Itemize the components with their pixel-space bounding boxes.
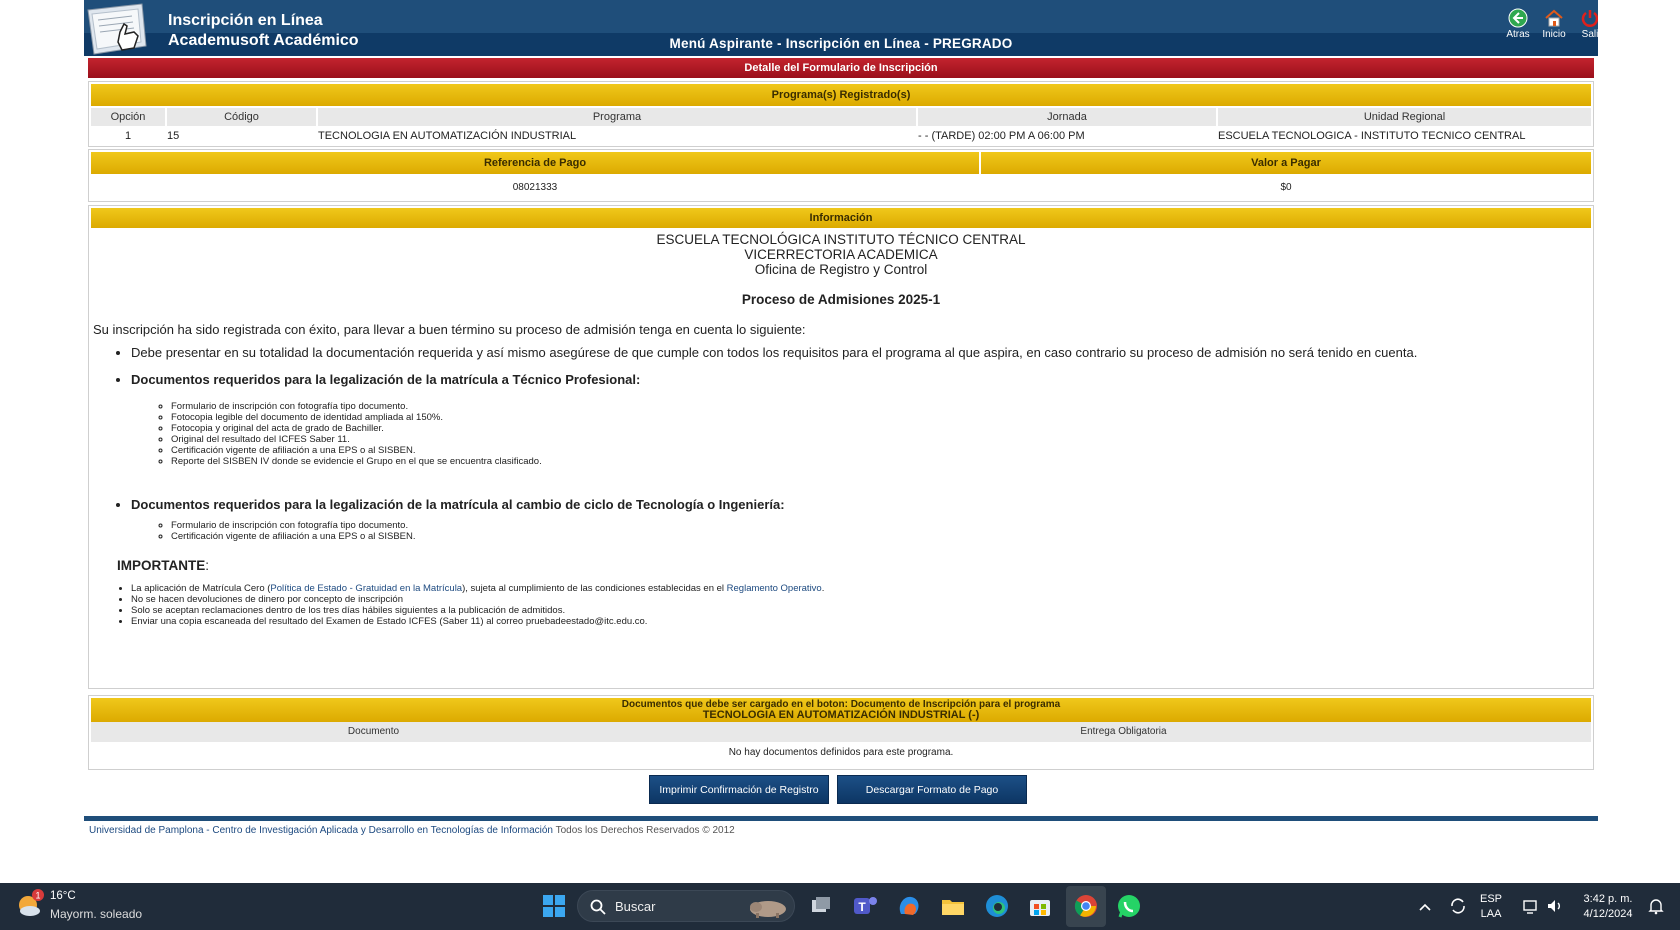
home-button[interactable]: Inicio <box>1534 8 1574 40</box>
col-jornada: Jornada <box>1047 111 1087 123</box>
home-label: Inicio <box>1542 29 1566 40</box>
list-item: Certificación vigente de afiliación a un… <box>171 445 1589 456</box>
footer-link[interactable]: Universidad de Pamplona - Centro de Inve… <box>89 825 553 836</box>
office-name: Oficina de Registro y Control <box>754 262 928 277</box>
network-icon[interactable] <box>1522 897 1540 915</box>
info-heading: Información <box>91 208 1591 228</box>
important-heading: IMPORTANTE: <box>117 558 210 573</box>
list-item: Fotocopia legible del documento de ident… <box>171 412 1589 423</box>
footer-rights: Todos los Derechos Reservados © 2012 <box>552 825 735 836</box>
form-title: Detalle del Formulario de Inscripción <box>88 58 1594 78</box>
payment-table: Referencia de Pago Valor a Pagar 0802133… <box>89 150 1593 200</box>
col-entrega: Entrega Obligatoria <box>1080 726 1167 737</box>
menu-title: Menú Aspirante - Inscripción en Línea - … <box>669 36 1013 51</box>
cell-opcion: 1 <box>124 129 132 142</box>
list-item: Reporte del SISBEN IV donde se evidencie… <box>171 456 1589 467</box>
back-label: Atras <box>1506 29 1530 40</box>
windows-start-icon[interactable] <box>540 892 568 920</box>
programs-table: Programa(s) Registrado(s) Opción Código … <box>89 82 1593 145</box>
clock[interactable]: 3:42 p. m. 4/12/2024 <box>1578 892 1638 922</box>
documents-empty: No hay documentos definidos para este pr… <box>728 747 954 758</box>
download-payment-button[interactable]: Descargar Formato de Pago <box>837 775 1027 804</box>
language-indicator[interactable]: ESP LAA <box>1480 892 1502 922</box>
back-icon <box>1508 8 1528 28</box>
payment-ref-value: 08021333 <box>512 181 558 193</box>
documents-panel: Documentos que debe ser cargado en el bo… <box>88 695 1594 770</box>
list-item: Formulario de inscripción con fotografía… <box>171 401 1589 412</box>
task-view-icon[interactable] <box>807 892 835 920</box>
important-item: No se hacen devoluciones de dinero por c… <box>131 594 1589 605</box>
cell-codigo: 15 <box>167 129 180 142</box>
taskbar-search[interactable]: Buscar <box>577 890 795 922</box>
chevron-up-icon[interactable] <box>1418 900 1432 914</box>
power-icon <box>1581 10 1598 27</box>
important-item: La aplicación de Matrícula Cero (Polític… <box>131 583 1589 594</box>
col-programa: Programa <box>592 111 642 123</box>
table-row: 1 15 TECNOLOGIA EN AUTOMATIZACIÓN INDUST… <box>91 128 1591 143</box>
col-unidad: Unidad Regional <box>1363 111 1446 123</box>
vicerrectoria: VICERRECTORIA ACADEMICA <box>744 247 938 262</box>
weather-widget[interactable]: 1 <box>14 889 44 924</box>
cell-programa: TECNOLOGIA EN AUTOMATIZACIÓN INDUSTRIAL <box>318 129 577 142</box>
notification-bell-icon[interactable] <box>1647 897 1665 915</box>
app-page: Inscripción en Línea Academusoft Académi… <box>84 0 1598 836</box>
cell-unidad: ESCUELA TECNOLOGICA - INSTITUTO TECNICO … <box>1218 129 1526 142</box>
payment-value-label: Valor a Pagar <box>981 152 1591 174</box>
back-button[interactable]: Atras <box>1498 8 1538 40</box>
svg-text:1: 1 <box>35 891 40 901</box>
taskbar: 1 16°C Mayorm. soleado Buscar T ESP LAA … <box>0 883 1680 930</box>
cycle-docs-title: Documentos requeridos para la legalizaci… <box>131 497 1589 512</box>
exit-button[interactable]: Sali <box>1570 8 1598 40</box>
documents-heading: Documentos que debe ser cargado en el bo… <box>91 698 1591 722</box>
search-label: Buscar <box>615 899 656 914</box>
info-panel: Información ESCUELA TECNOLÓGICA INSTITUT… <box>88 205 1594 689</box>
requirement-note: Debe presentar en su totalidad la docume… <box>131 345 1589 360</box>
volume-icon[interactable] <box>1546 897 1564 915</box>
payment-panel: Referencia de Pago Valor a Pagar 0802133… <box>88 149 1594 202</box>
whatsapp-icon[interactable] <box>1115 892 1143 920</box>
print-confirmation-button[interactable]: Imprimir Confirmación de Registro <box>649 775 829 804</box>
store-icon[interactable] <box>1026 892 1054 920</box>
gratuidad-link[interactable]: Política de Estado - Gratuidad en la Mat… <box>270 583 462 594</box>
programs-panel: Programa(s) Registrado(s) Opción Código … <box>88 81 1594 147</box>
cell-jornada: - - (TARDE) 02:00 PM A 06:00 PM <box>918 129 1085 142</box>
list-item: Fotocopia y original del acta de grado d… <box>171 423 1589 434</box>
edge-icon[interactable] <box>983 892 1011 920</box>
col-documento: Documento <box>347 726 400 737</box>
intro-text: Su inscripción ha sido registrada con éx… <box>93 322 806 337</box>
institution-name: ESCUELA TECNOLÓGICA INSTITUTO TÉCNICO CE… <box>656 232 1026 247</box>
search-icon <box>590 899 606 915</box>
col-opcion: Opción <box>110 111 146 123</box>
file-explorer-icon[interactable] <box>939 892 967 920</box>
search-highlight-icon <box>750 901 786 918</box>
tecnico-docs-title: Documentos requeridos para la legalizaci… <box>131 372 1589 387</box>
teams-icon[interactable]: T <box>851 892 879 920</box>
app-title-line1: Inscripción en Línea <box>168 12 323 29</box>
process-title: Proceso de Admisiones 2025-1 <box>741 292 941 307</box>
app-header: Inscripción en Línea Academusoft Académi… <box>84 0 1598 56</box>
weather-icon: 1 <box>19 889 44 916</box>
home-icon <box>1545 9 1563 27</box>
list-item: Original del resultado del ICFES Saber 1… <box>171 434 1589 445</box>
weather-temp: 16°C <box>50 890 76 902</box>
programs-heading: Programa(s) Registrado(s) <box>91 84 1591 106</box>
col-codigo: Código <box>224 111 259 123</box>
exit-label: Sali <box>1581 29 1598 40</box>
list-item: Certificación vigente de afiliación a un… <box>171 531 1589 542</box>
copilot-icon[interactable] <box>895 892 923 920</box>
chrome-icon[interactable] <box>1072 892 1100 920</box>
important-item: Solo se aceptan reclamaciones dentro de … <box>131 605 1589 616</box>
footer: Universidad de Pamplona - Centro de Inve… <box>89 825 735 836</box>
important-item: Enviar una copia escaneada del resultado… <box>131 616 1589 627</box>
reglamento-link[interactable]: Reglamento Operativo <box>727 583 822 594</box>
payment-value: $0 <box>1280 181 1292 193</box>
sync-icon[interactable] <box>1448 896 1468 916</box>
svg-text:T: T <box>858 900 866 914</box>
list-item: Formulario de inscripción con fotografía… <box>171 520 1589 531</box>
weather-condition: Mayorm. soleado <box>50 907 143 921</box>
payment-ref-label: Referencia de Pago <box>91 152 979 174</box>
